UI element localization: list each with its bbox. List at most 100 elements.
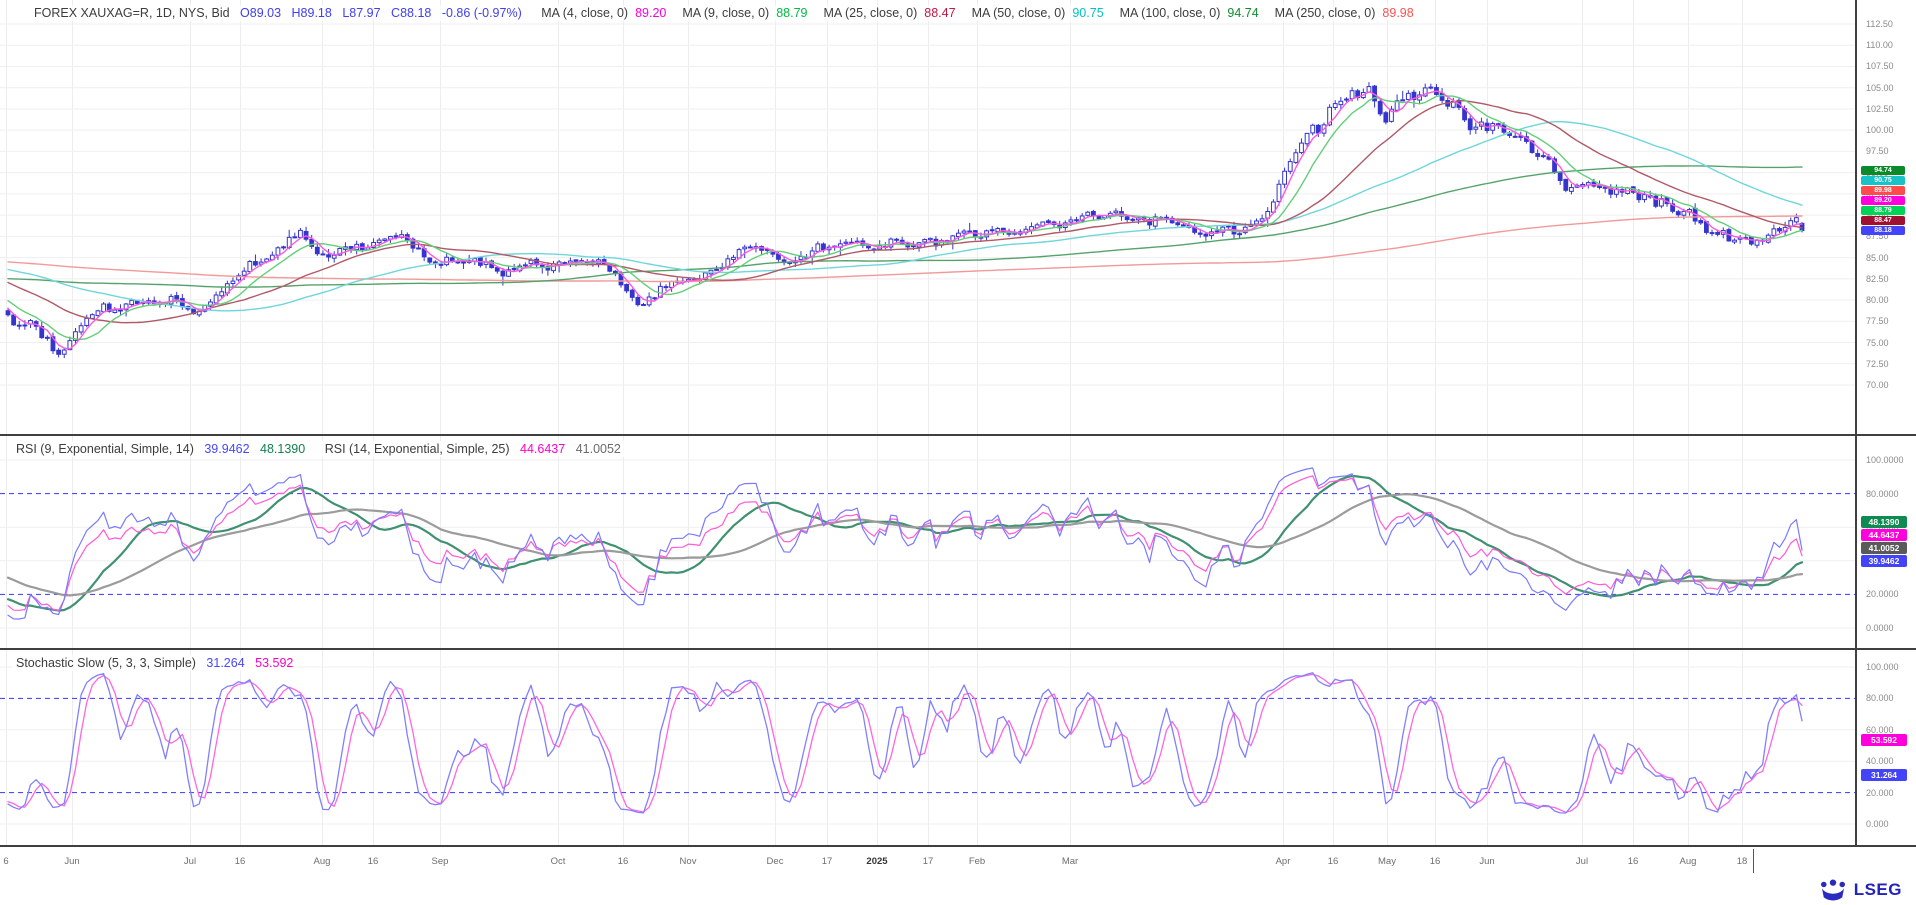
axis-tick-label: 75.00	[1866, 338, 1889, 348]
date-tick-label: 16	[603, 856, 643, 867]
date-tick-label: Mar	[1050, 856, 1090, 867]
price-axis[interactable]: 112.50 110.00 107.50 105.00 102.50 100.00 97.5…	[1857, 0, 1916, 434]
date-tick-label: Apr	[1263, 856, 1303, 867]
axis-tick-label: 40.000	[1866, 756, 1894, 766]
ma-value: 88.47	[924, 6, 955, 20]
axis-value-badge: 41.0052	[1861, 542, 1907, 554]
date-tick-label: 16	[1313, 856, 1353, 867]
axis-tick-label: 80.00	[1866, 295, 1889, 305]
low-value: L87.97	[342, 6, 380, 20]
date-tick-label: 16	[1415, 856, 1455, 867]
date-tick-label: 17	[908, 856, 948, 867]
axis-tick-label: 82.50	[1866, 274, 1889, 284]
axis-value-badge: 89.20	[1861, 196, 1905, 206]
date-tick-label: 6	[0, 856, 26, 867]
axis-value-badge: 48.1390	[1861, 516, 1907, 528]
axis-value-badge: 88.47	[1861, 216, 1905, 226]
axis-value-badge: 39.9462	[1861, 555, 1907, 567]
stoch-k-value: 31.264	[206, 656, 244, 670]
date-tick-label: May	[1367, 856, 1407, 867]
axis-tick-label: 107.50	[1866, 61, 1894, 71]
date-tick-label: Jul	[1562, 856, 1602, 867]
axis-value-badge: 31.264	[1861, 769, 1907, 781]
date-tick-label: 16	[353, 856, 393, 867]
rsi14-signal-value: 41.0052	[576, 442, 621, 456]
ma-label: MA (4, close, 0)	[541, 6, 628, 20]
ma-label: MA (9, close, 0)	[682, 6, 769, 20]
stochastic-axis[interactable]: 100.00080.00060.00040.00020.0000.00053.5…	[1857, 650, 1916, 845]
panel-separator[interactable]	[0, 434, 1916, 436]
ma-value: 89.20	[635, 6, 666, 20]
ma-value: 88.79	[776, 6, 807, 20]
axis-value-badge: 94.74	[1861, 166, 1905, 176]
date-tick-label: 2025	[857, 856, 897, 867]
ma-label: MA (100, close, 0)	[1120, 6, 1221, 20]
axis-tick-label: 0.000	[1866, 819, 1889, 829]
net-change-value: -0.86 (-0.97%)	[442, 6, 522, 20]
date-tick-label: Feb	[957, 856, 997, 867]
date-tick-label: Aug	[1668, 856, 1708, 867]
axis-tick-label: 80.000	[1866, 693, 1894, 703]
lseg-crest-icon	[1818, 878, 1848, 902]
high-value: H89.18	[292, 6, 332, 20]
axis-tick-label: 77.50	[1866, 316, 1889, 326]
axis-tick-label: 105.00	[1866, 83, 1894, 93]
axis-tick-label: 112.50	[1866, 19, 1893, 29]
date-tick-label: Sep	[420, 856, 460, 867]
open-value: O89.03	[240, 6, 281, 20]
axis-tick-label: 100.0000	[1866, 455, 1904, 465]
ma-value: 94.74	[1227, 6, 1258, 20]
axis-value-badge: 44.6437	[1861, 529, 1907, 541]
instrument-title: FOREX XAUXAG=R, 1D, NYS, Bid	[34, 6, 230, 20]
ma-value: 90.75	[1072, 6, 1103, 20]
date-tick-label: 16	[1613, 856, 1653, 867]
date-axis-end-marker	[1753, 849, 1754, 873]
ma-value: 89.98	[1382, 6, 1413, 20]
date-tick-label: Oct	[538, 856, 578, 867]
date-tick-label: Jun	[1467, 856, 1507, 867]
date-tick-label: Aug	[302, 856, 342, 867]
axis-tick-label: 85.00	[1866, 253, 1889, 263]
axis-tick-label: 20.000	[1866, 788, 1894, 798]
axis-tick-label: 102.50	[1866, 104, 1894, 114]
axis-tick-label: 97.50	[1866, 146, 1889, 156]
rsi9-signal-value: 48.1390	[260, 442, 305, 456]
axis-tick-label: 72.50	[1866, 359, 1889, 369]
axis-tick-label: 100.000	[1866, 662, 1899, 672]
stochastic-legend: Stochastic Slow (5, 3, 3, Simple) 31.264…	[12, 655, 297, 671]
axis-value-badge: 88.18	[1861, 226, 1905, 236]
ma-label: MA (25, close, 0)	[823, 6, 917, 20]
date-tick-label: Jun	[52, 856, 92, 867]
axis-value-badge: 88.79	[1861, 206, 1905, 216]
footer: LSEG	[0, 875, 1916, 905]
panel-separator[interactable]	[0, 648, 1916, 650]
date-tick-label: Jul	[170, 856, 210, 867]
ma-label: MA (50, close, 0)	[972, 6, 1066, 20]
axis-tick-label: 80.0000	[1866, 489, 1899, 499]
stoch-label: Stochastic Slow (5, 3, 3, Simple)	[16, 656, 196, 670]
date-tick-label: Nov	[668, 856, 708, 867]
ma-legend: MA (4, close, 0) 89.20 MA (9, close, 0) 88.…	[525, 6, 1413, 20]
date-axis[interactable]: 6 Jun Jul 16 Aug 16 Sep Oct 16 Nov Dec 17 2025 17 Feb M…	[0, 847, 1916, 875]
axis-value-badge: 89.98	[1861, 186, 1905, 196]
axis-tick-label: 110.00	[1866, 40, 1893, 50]
rsi-axis[interactable]: 100.000080.000060.000040.000020.00000.00…	[1857, 436, 1916, 648]
axis-value-badge: 53.592	[1861, 734, 1907, 746]
stoch-d-value: 53.592	[255, 656, 293, 670]
rsi9-label: RSI (9, Exponential, Simple, 14)	[16, 442, 194, 456]
date-tick-label: Dec	[755, 856, 795, 867]
date-tick-label: 17	[807, 856, 847, 867]
date-tick-label: 18	[1722, 856, 1762, 867]
axis-tick-label: 0.0000	[1866, 623, 1894, 633]
rsi9-value: 39.9462	[204, 442, 249, 456]
date-tick-label: 16	[220, 856, 260, 867]
rsi-panel[interactable]	[0, 436, 1855, 648]
main-price-panel[interactable]	[0, 0, 1855, 434]
axis-tick-label: 100.00	[1866, 125, 1894, 135]
stochastic-panel[interactable]	[0, 650, 1855, 845]
brand-text: LSEG	[1854, 880, 1902, 900]
ma-label: MA (250, close, 0)	[1275, 6, 1376, 20]
rsi14-value: 44.6437	[520, 442, 565, 456]
axis-tick-label: 70.00	[1866, 380, 1889, 390]
axis-value-badge: 90.75	[1861, 176, 1905, 186]
